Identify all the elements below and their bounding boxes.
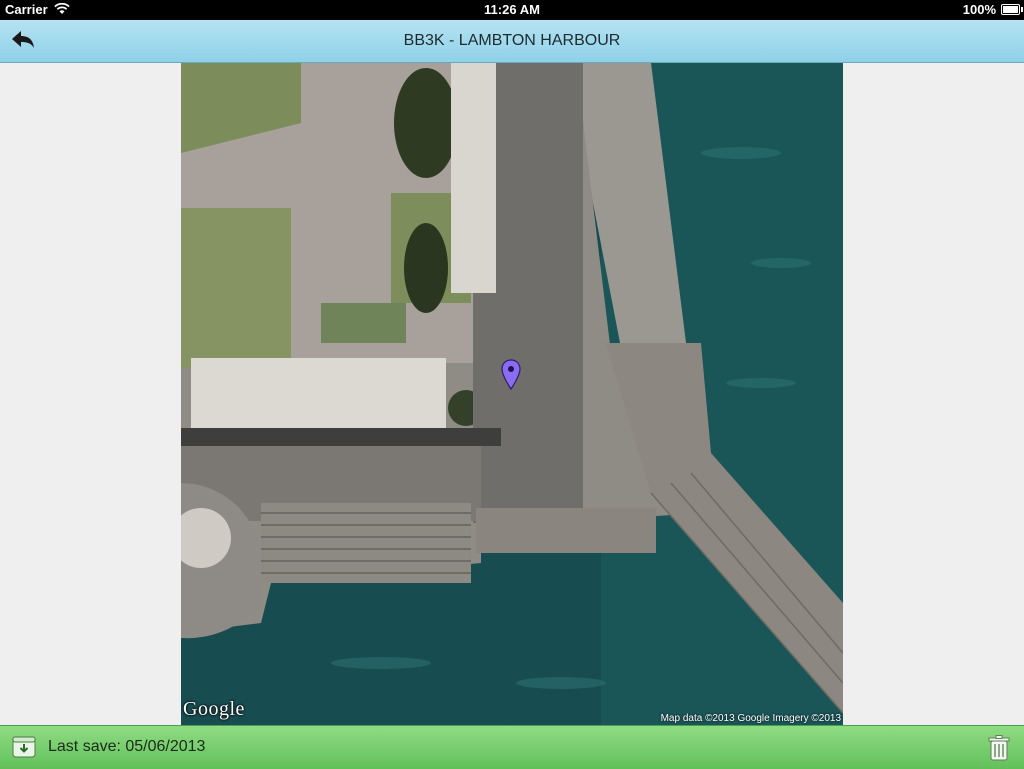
location-pin-icon[interactable] (501, 359, 521, 391)
status-time: 11:26 AM (484, 2, 540, 17)
page-title: BB3K - LAMBTON HARBOUR (403, 32, 621, 49)
status-bar: Carrier 11:26 AM 100% (0, 0, 1024, 20)
bottom-toolbar: Last save: 05/06/2013 (0, 725, 1024, 769)
battery-icon (1001, 4, 1023, 15)
download-icon[interactable] (12, 736, 36, 758)
google-logo: Google (183, 698, 245, 720)
satellite-map[interactable]: Google Map data ©2013 Google Imagery ©20… (181, 63, 843, 725)
map-imagery (181, 63, 843, 725)
navigation-bar: BB3K - LAMBTON HARBOUR (0, 20, 1024, 63)
last-save-label: Last save: 05/06/2013 (48, 738, 206, 755)
trash-icon[interactable] (988, 735, 1010, 761)
map-attribution[interactable]: Map data ©2013 Google Imagery ©2013 (661, 713, 841, 724)
battery-percent: 100% (962, 2, 996, 17)
